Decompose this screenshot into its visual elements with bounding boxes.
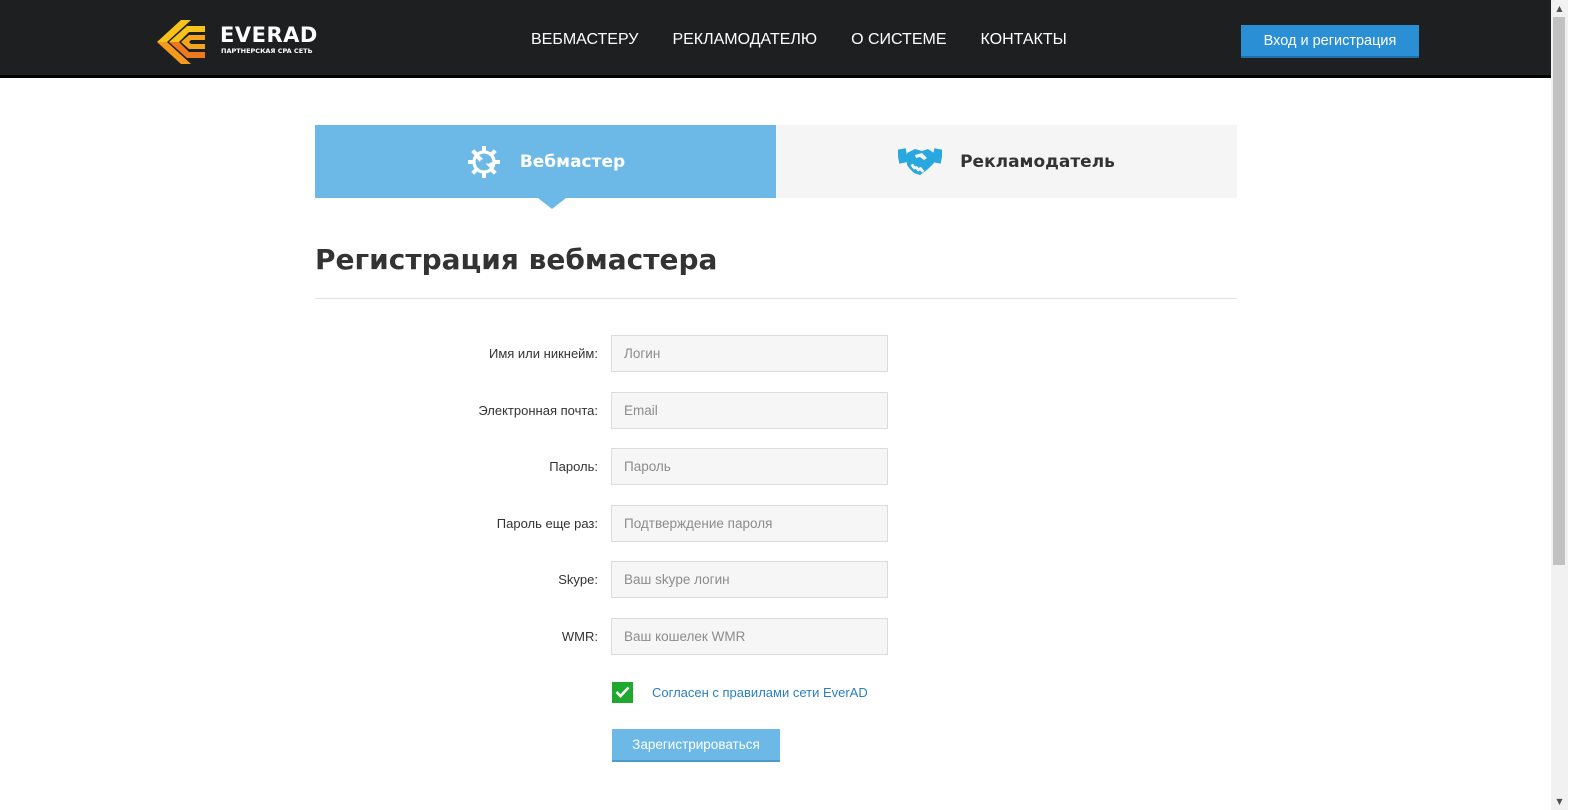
role-tabs: Вебмастер Рекламодатель (315, 125, 1237, 209)
handshake-icon (898, 147, 943, 175)
login-register-button[interactable]: Вход и регистрация (1241, 25, 1419, 58)
nav-advertiser[interactable]: РЕКЛАМОДАТЕЛЮ (672, 31, 817, 49)
nickname-input[interactable] (611, 335, 888, 372)
form-row-wmr: WMR: (315, 618, 888, 655)
scroll-down-arrow-icon[interactable]: ▼ (1551, 793, 1568, 810)
top-header: EVERAD ПАРТНЕРСКАЯ CPA СЕТЬ ВЕБМАСТЕРУ Р… (0, 0, 1551, 78)
register-button[interactable]: Зарегистрироваться (612, 729, 780, 762)
form-row-email: Электронная почта: (315, 392, 888, 429)
password-label: Пароль: (549, 459, 598, 474)
page-scrollbar[interactable]: ▲ ▼ (1551, 0, 1568, 810)
email-label: Электронная почта: (478, 403, 598, 418)
nav-contacts[interactable]: КОНТАКТЫ (981, 31, 1067, 49)
wmr-input[interactable] (611, 618, 888, 655)
nickname-label: Имя или никнейм: (488, 346, 598, 361)
agree-terms-checkbox[interactable] (612, 681, 633, 703)
tab-webmaster[interactable]: Вебмастер (315, 125, 776, 209)
tab-advertiser-label: Рекламодатель (960, 151, 1115, 172)
form-row-skype: Skype: (315, 561, 888, 598)
password-input[interactable] (611, 448, 888, 485)
skype-label: Skype: (558, 572, 598, 587)
gear-wrench-icon (467, 145, 500, 178)
everad-logo-mark-icon (157, 20, 205, 64)
scroll-up-arrow-icon[interactable]: ▲ (1551, 0, 1568, 17)
agree-terms-row: Согласен с правилами сети EverAD (612, 681, 868, 703)
tab-advertiser[interactable]: Рекламодатель (776, 125, 1237, 198)
checkmark-icon (615, 686, 630, 698)
title-divider (315, 298, 1237, 299)
nav-webmaster[interactable]: ВЕБМАСТЕРУ (531, 31, 638, 49)
page-title: Регистрация вебмастера (315, 243, 718, 276)
scroll-thumb[interactable] (1553, 17, 1565, 565)
logo-subtitle: ПАРТНЕРСКАЯ CPA СЕТЬ (221, 47, 313, 55)
nav-about[interactable]: О СИСТЕМЕ (851, 31, 946, 49)
active-tab-pointer (538, 198, 566, 209)
tab-webmaster-label: Вебмастер (519, 151, 626, 172)
password-confirm-label: Пароль еще раз: (496, 516, 598, 531)
skype-input[interactable] (611, 561, 888, 598)
email-input[interactable] (611, 392, 888, 429)
form-row-password-confirm: Пароль еще раз: (315, 505, 888, 542)
logo-wordmark: EVERAD (220, 23, 318, 47)
form-row-nickname: Имя или никнейм: (315, 335, 888, 372)
everad-logo[interactable]: EVERAD ПАРТНЕРСКАЯ CPA СЕТЬ (155, 16, 318, 66)
wmr-label: WMR: (561, 629, 598, 644)
password-confirm-input[interactable] (611, 505, 888, 542)
main-nav: ВЕБМАСТЕРУ РЕКЛАМОДАТЕЛЮ О СИСТЕМЕ КОНТА… (531, 31, 1101, 49)
form-row-password: Пароль: (315, 448, 888, 485)
page: EVERAD ПАРТНЕРСКАЯ CPA СЕТЬ ВЕБМАСТЕРУ Р… (0, 0, 1582, 810)
terms-link[interactable]: Согласен с правилами сети EverAD (652, 685, 868, 700)
